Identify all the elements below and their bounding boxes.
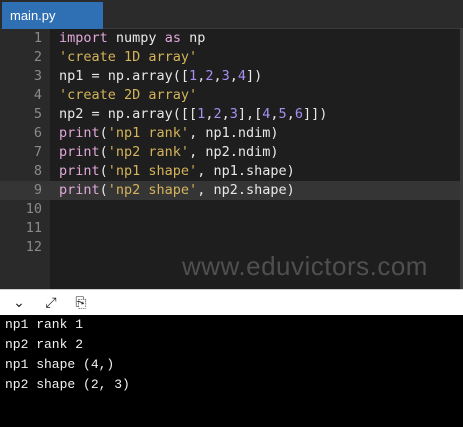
code-token: ,: [221, 106, 230, 122]
code-text: print('np2 shape', np2.shape): [59, 181, 295, 200]
line-number: 9: [33, 182, 42, 198]
copy-icon[interactable]: ⎘: [72, 294, 90, 312]
code-token: , np1.shape): [197, 163, 295, 179]
line-number: 2: [33, 49, 42, 65]
code-token: 'np1 shape': [107, 163, 198, 179]
code-token: print: [59, 125, 100, 141]
code-token: ,: [286, 106, 295, 122]
code-token: import: [59, 30, 108, 46]
console-line: np2 rank 2: [5, 337, 84, 352]
code-token: ],[: [237, 106, 263, 122]
code-token: ]): [246, 68, 263, 84]
line-number: 10: [25, 201, 42, 217]
tab-bar: main.py: [0, 0, 463, 29]
code-token: ,: [229, 68, 238, 84]
code-token: ,: [270, 106, 279, 122]
tab-main-py[interactable]: main.py: [2, 2, 103, 29]
code-token: , np1.ndim): [189, 125, 279, 141]
code-line[interactable]: 7 print('np2 rank', np2.ndim): [0, 143, 463, 162]
console-toolbar: ⌄ ⤢ ⎘: [0, 289, 463, 315]
code-text: print('np1 shape', np1.shape): [59, 162, 295, 181]
code-token: (: [99, 144, 108, 160]
line-number: 4: [33, 87, 42, 103]
line-number: 3: [33, 68, 42, 84]
code-line[interactable]: 2 'create 1D array': [0, 48, 463, 67]
line-number: 1: [33, 30, 42, 46]
code-token: print: [59, 182, 100, 198]
code-text: 'create 2D array': [59, 86, 197, 105]
expand-icon[interactable]: ⤢: [42, 294, 60, 312]
code-token: 2: [213, 106, 222, 122]
code-token: 'create 2D array': [59, 87, 198, 103]
code-line[interactable]: 1 import numpy as np: [0, 29, 463, 48]
line-number: 6: [33, 125, 42, 141]
code-token: ,: [213, 68, 222, 84]
code-token: np1 = np.array([: [59, 68, 190, 84]
console-line: np1 shape (4,): [5, 357, 115, 372]
code-line[interactable]: 10: [0, 200, 463, 219]
code-token: 5: [278, 106, 287, 122]
code-token: 'np2 rank': [107, 144, 190, 160]
code-line[interactable]: 11: [0, 219, 463, 238]
code-token: as: [164, 30, 181, 46]
code-token: 3: [221, 68, 230, 84]
code-line[interactable]: 9 print('np2 shape', np2.shape): [0, 181, 463, 200]
code-token: np2 = np.array([[: [59, 106, 198, 122]
code-text: np1 = np.array([1,2,3,4]): [59, 67, 262, 86]
code-token: print: [59, 144, 100, 160]
line-number: 12: [25, 239, 42, 255]
code-token: , np2.ndim): [189, 144, 279, 160]
code-token: 1: [189, 68, 198, 84]
code-token: 4: [237, 68, 247, 84]
code-token: 'np1 rank': [107, 125, 190, 141]
code-token: , np2.shape): [197, 182, 295, 198]
code-token: (: [99, 163, 108, 179]
code-token: 3: [229, 106, 238, 122]
console-line: np2 shape (2, 3): [5, 377, 130, 392]
line-number: 7: [33, 144, 42, 160]
code-text: 'create 1D array': [59, 48, 197, 67]
code-line[interactable]: 8 print('np1 shape', np1.shape): [0, 162, 463, 181]
code-token: ]]): [302, 106, 328, 122]
code-text: print('np2 rank', np2.ndim): [59, 143, 278, 162]
code-token: (: [99, 125, 108, 141]
code-line[interactable]: 5 np2 = np.array([[1,2,3],[4,5,6]]): [0, 105, 463, 124]
code-token: 6: [294, 106, 303, 122]
code-text: np2 = np.array([[1,2,3],[4,5,6]]): [59, 105, 327, 124]
code-line[interactable]: 6 print('np1 rank', np1.ndim): [0, 124, 463, 143]
console-output: np1 rank 1 np2 rank 2 np1 shape (4,) np2 sh…: [0, 315, 463, 427]
code-text: import numpy as np: [59, 29, 205, 48]
console-line: np1 rank 1: [5, 317, 84, 332]
code-token: numpy: [107, 30, 165, 46]
line-number: 8: [33, 163, 42, 179]
code-line[interactable]: 3 np1 = np.array([1,2,3,4]): [0, 67, 463, 86]
code-editor[interactable]: 1 import numpy as np 2'create 1D array' 3 np…: [0, 29, 463, 289]
code-token: (: [99, 182, 108, 198]
code-token: np: [180, 30, 206, 46]
code-token: 'np2 shape': [107, 182, 198, 198]
code-token: 'create 1D array': [59, 49, 198, 65]
watermark: www.eduvictors.com: [182, 251, 428, 281]
line-number: 5: [33, 106, 42, 122]
code-text: print('np1 rank', np1.ndim): [59, 124, 278, 143]
collapse-icon[interactable]: ⌄: [10, 294, 28, 312]
code-line[interactable]: 4 'create 2D array': [0, 86, 463, 105]
code-token: print: [59, 163, 100, 179]
line-number: 11: [25, 220, 42, 236]
